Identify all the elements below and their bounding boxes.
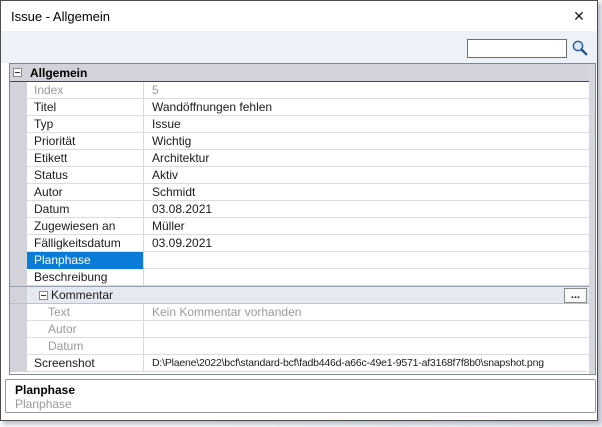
category-row-allgemein[interactable]: Allgemein — [10, 64, 589, 82]
property-row-screenshot[interactable]: Screenshot D:\Plaene\2022\bcf\standard-b… — [10, 355, 589, 372]
property-row-etikett[interactable]: Etikett Architektur — [10, 150, 589, 167]
property-row-titel[interactable]: Titel Wandöffnungen fehlen — [10, 99, 589, 116]
property-row-index[interactable]: Index 5 — [10, 82, 589, 99]
property-value[interactable]: Aktiv — [144, 167, 589, 184]
property-value[interactable]: 03.09.2021 — [144, 235, 589, 252]
row-margin — [10, 133, 27, 150]
property-row-planphase[interactable]: Planphase — [10, 252, 589, 269]
property-value[interactable] — [144, 252, 589, 269]
property-row-beschreibung[interactable]: Beschreibung — [10, 269, 589, 286]
property-row-prioritaet[interactable]: Priorität Wichtig — [10, 133, 589, 150]
search-toolbar — [1, 31, 597, 63]
row-margin — [10, 82, 27, 99]
search-input[interactable] — [467, 39, 567, 58]
property-value[interactable]: 5 — [144, 82, 589, 99]
property-label[interactable]: Etikett — [27, 150, 144, 167]
property-row-kommentar-datum[interactable]: Datum — [10, 338, 589, 355]
property-value[interactable]: Architektur — [144, 150, 589, 167]
property-label[interactable]: Datum — [27, 338, 144, 355]
titlebar: Issue - Allgemein ✕ — [1, 1, 597, 31]
property-value[interactable] — [144, 269, 589, 286]
property-grid: Allgemein Index 5 Titel Wandöffnungen fe… — [9, 63, 596, 375]
property-value[interactable]: Wichtig — [144, 133, 589, 150]
property-label[interactable]: Datum — [27, 201, 144, 218]
row-margin — [10, 321, 27, 338]
close-icon: ✕ — [573, 8, 585, 25]
row-margin — [10, 252, 27, 269]
row-margin — [10, 150, 27, 167]
window-title: Issue - Allgemein — [11, 9, 110, 24]
row-margin — [10, 287, 27, 303]
row-margin — [10, 338, 27, 355]
row-margin — [10, 201, 27, 218]
ellipsis-button[interactable]: ... — [564, 288, 587, 303]
help-panel: Planphase Planphase — [5, 379, 596, 413]
property-row-kommentar-autor[interactable]: Autor — [10, 321, 589, 338]
property-value[interactable]: Kein Kommentar vorhanden — [144, 304, 589, 321]
property-value[interactable]: Schmidt — [144, 184, 589, 201]
property-row-datum[interactable]: Datum 03.08.2021 — [10, 201, 589, 218]
property-value[interactable] — [144, 321, 589, 338]
property-row-zugewiesen-an[interactable]: Zugewiesen an Müller — [10, 218, 589, 235]
row-margin — [10, 184, 27, 201]
property-row-kommentar-text[interactable]: Text Kein Kommentar vorhanden — [10, 304, 589, 321]
property-value[interactable] — [144, 338, 589, 355]
property-row-autor[interactable]: Autor Schmidt — [10, 184, 589, 201]
row-margin — [10, 304, 27, 321]
property-value[interactable]: Issue — [144, 116, 589, 133]
collapse-icon[interactable] — [39, 291, 48, 300]
property-label[interactable]: Typ — [27, 116, 144, 133]
property-label[interactable]: Zugewiesen an — [27, 218, 144, 235]
property-label[interactable]: Index — [27, 82, 144, 99]
property-label[interactable]: Status — [27, 167, 144, 184]
property-label[interactable]: Screenshot — [27, 355, 144, 372]
subcategory-row-kommentar[interactable]: Kommentar ... — [10, 286, 589, 304]
row-margin — [10, 218, 27, 235]
row-margin — [10, 116, 27, 133]
issue-properties-window: Issue - Allgemein ✕ Allgemein Index 5 — [0, 0, 598, 421]
collapse-icon[interactable] — [13, 68, 22, 77]
property-label[interactable]: Autor — [27, 321, 144, 338]
property-value[interactable]: Wandöffnungen fehlen — [144, 99, 589, 116]
search-button[interactable] — [571, 39, 589, 57]
property-label[interactable]: Text — [27, 304, 144, 321]
row-margin — [10, 167, 27, 184]
close-button[interactable]: ✕ — [569, 6, 589, 26]
row-margin — [10, 269, 27, 286]
property-value[interactable]: 03.08.2021 — [144, 201, 589, 218]
help-description: Planphase — [15, 397, 72, 411]
property-row-typ[interactable]: Typ Issue — [10, 116, 589, 133]
property-value[interactable]: D:\Plaene\2022\bcf\standard-bcf\fadb446d… — [144, 355, 589, 372]
category-label: Allgemein — [30, 66, 87, 80]
search-icon — [571, 39, 589, 57]
help-title: Planphase — [15, 383, 75, 397]
subcategory-label: Kommentar — [51, 288, 113, 302]
row-margin — [10, 99, 27, 116]
property-label[interactable]: Priorität — [27, 133, 144, 150]
property-label[interactable]: Autor — [27, 184, 144, 201]
row-margin — [10, 355, 27, 372]
property-label[interactable]: Titel — [27, 99, 144, 116]
property-label[interactable]: Planphase — [27, 252, 144, 269]
property-row-status[interactable]: Status Aktiv — [10, 167, 589, 184]
property-label[interactable]: Fälligkeitsdatum — [27, 235, 144, 252]
property-label[interactable]: Beschreibung — [27, 269, 144, 286]
property-row-faelligkeitsdatum[interactable]: Fälligkeitsdatum 03.09.2021 — [10, 235, 589, 252]
row-margin — [10, 235, 27, 252]
grid-right-gutter — [589, 64, 595, 374]
property-value[interactable]: Müller — [144, 218, 589, 235]
